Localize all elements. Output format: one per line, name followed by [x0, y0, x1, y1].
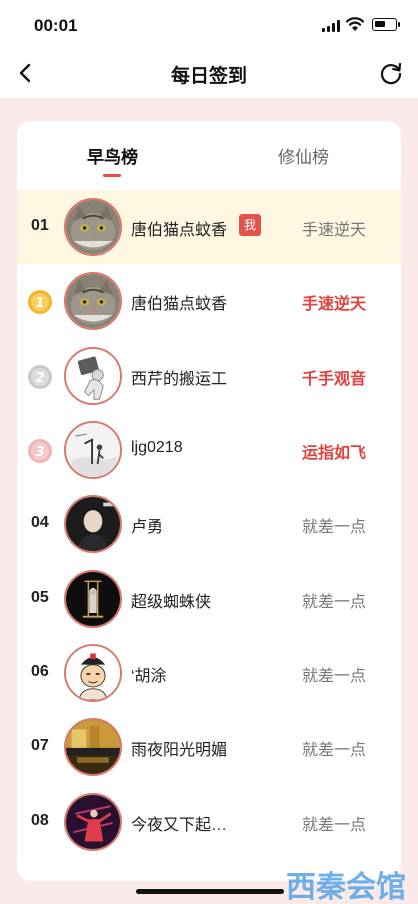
gold-avatar: [64, 718, 122, 776]
tab-immortal[interactable]: 修仙榜: [278, 143, 329, 168]
active-tab-indicator: [103, 174, 121, 177]
user-name: 今夜又下起…: [131, 817, 228, 834]
tab-early-bird[interactable]: 早鸟榜: [87, 143, 138, 168]
status-time: 00:01: [34, 16, 78, 35]
cat-avatar: [64, 198, 122, 256]
rank-title: 就差一点: [301, 817, 366, 834]
home-indicator[interactable]: [136, 889, 284, 894]
porter-avatar: [64, 347, 122, 405]
rank-title: 千手观音: [301, 371, 366, 388]
user-name: 西芹的搬运工: [131, 371, 228, 388]
svg-text:3: 3: [35, 445, 44, 460]
rank-title: 就差一点: [301, 668, 366, 685]
user-name: 唐伯猫点蚊香: [131, 222, 228, 239]
cat-avatar: [64, 272, 122, 330]
my-rank-row[interactable]: 01 唐伯猫点蚊香 我 手速逆天: [17, 190, 401, 264]
user-name: 卢勇: [131, 519, 164, 536]
rank-number: 06: [31, 663, 49, 680]
user-name: 超级蜘蛛侠: [131, 594, 212, 611]
svg-text:1: 1: [35, 296, 44, 311]
rank-number: 04: [31, 514, 49, 531]
portrait-avatar: [64, 495, 122, 553]
rank-title: 手速逆天: [301, 296, 366, 313]
gold-medal-icon: 1: [28, 290, 52, 314]
rank-row[interactable]: 06 ‘胡涂 就差一点: [17, 636, 401, 710]
rank-number: 05: [31, 589, 49, 606]
watermark-logo: 西秦会馆: [286, 871, 406, 904]
rank-number: 01: [31, 217, 49, 234]
battery-icon: [372, 18, 400, 31]
page-title: 每日签到: [170, 66, 247, 87]
user-name: ‘胡涂: [131, 668, 167, 685]
leaderboard-card: 早鸟榜 修仙榜 01 唐伯猫点蚊香 我 手速逆天 1 唐伯猫点蚊香 手速逆天 2: [17, 121, 401, 881]
rank-title: 运指如飞: [301, 445, 366, 462]
cartoon-avatar: [64, 644, 122, 702]
nav-bar: 每日签到: [0, 48, 418, 98]
user-name: 雨夜阳光明媚: [131, 742, 228, 759]
rank-title: 就差一点: [301, 519, 366, 536]
me-badge: 我: [239, 214, 261, 236]
rank-number: 08: [31, 812, 49, 829]
rank-row[interactable]: 07 雨夜阳光明媚 就差一点: [17, 710, 401, 784]
dancer-avatar: [64, 793, 122, 851]
rank-row[interactable]: 05 超级蜘蛛侠 就差一点: [17, 562, 401, 636]
rank-number: 07: [31, 737, 49, 754]
tab-bar: 早鸟榜 修仙榜: [17, 121, 401, 179]
rank-row[interactable]: 2 西芹的搬运工 千手观音: [17, 339, 401, 413]
rank-row[interactable]: 3 ljg0218 运指如飞: [17, 413, 401, 487]
statue-avatar: [64, 570, 122, 628]
cellular-signal-icon: [322, 20, 340, 32]
rank-title: 就差一点: [301, 594, 366, 611]
bronze-medal-icon: 3: [28, 439, 52, 463]
rank-row[interactable]: 04 卢勇 就差一点: [17, 487, 401, 561]
user-name: ljg0218: [131, 439, 183, 456]
svg-text:2: 2: [35, 371, 44, 386]
rank-row[interactable]: 1 唐伯猫点蚊香 手速逆天: [17, 264, 401, 338]
sketch-avatar: [64, 421, 122, 479]
wifi-icon: [346, 17, 364, 31]
user-name: 唐伯猫点蚊香: [131, 296, 228, 313]
rank-title: 手速逆天: [301, 222, 366, 239]
rank-row[interactable]: 08 今夜又下起… 就差一点: [17, 785, 401, 859]
status-bar: 00:01: [0, 0, 418, 48]
silver-medal-icon: 2: [28, 365, 52, 389]
refresh-icon[interactable]: [376, 58, 406, 88]
rank-title: 就差一点: [301, 742, 366, 759]
